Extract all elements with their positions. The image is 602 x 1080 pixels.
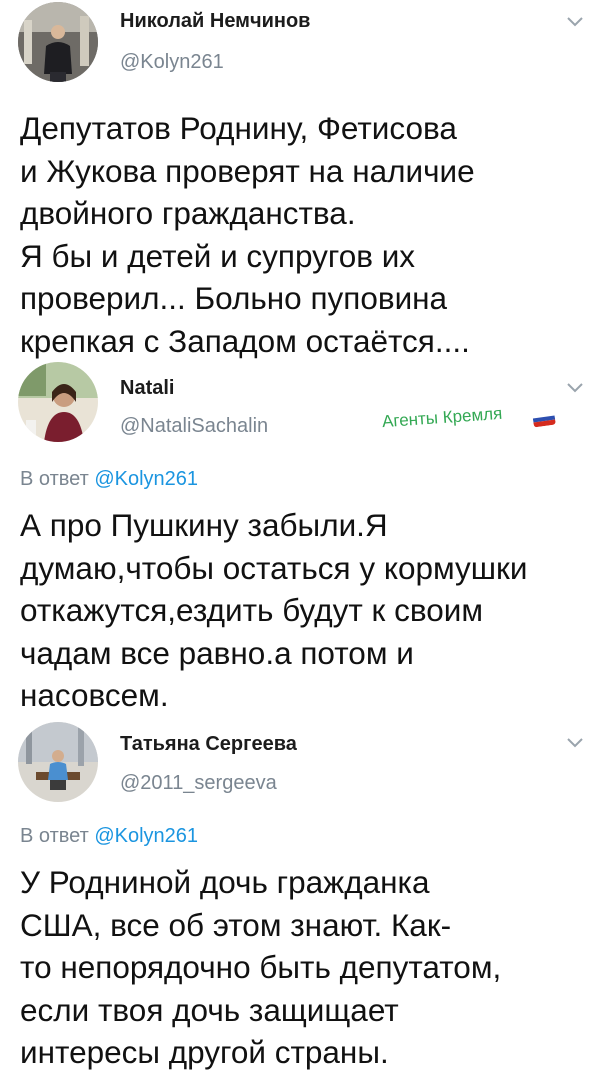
tweet-text: Депутатов Роднину, Фетисова и Жукова про… (20, 110, 475, 359)
author-handle[interactable]: @NataliSachalin (120, 415, 268, 438)
reply-prefix: В ответ (20, 468, 89, 490)
reply-context: В ответ @Kolyn261 (20, 468, 198, 491)
tweet-menu-button[interactable] (566, 382, 584, 394)
chevron-down-icon (567, 738, 583, 748)
avatar[interactable] (18, 722, 98, 802)
avatar[interactable] (18, 362, 98, 442)
author-name[interactable]: Татьяна Сергеева (120, 733, 297, 756)
author-name[interactable]: Николай Немчинов (120, 10, 310, 33)
tweet-menu-button[interactable] (566, 16, 584, 28)
chevron-down-icon (567, 383, 583, 393)
reply-mention-link[interactable]: @Kolyn261 (94, 825, 198, 847)
author-handle[interactable]: @2011_sergeeva (120, 772, 277, 795)
status-badge: Агенты Кремля (381, 403, 503, 432)
user-photo-icon (18, 2, 98, 82)
reply-prefix: В ответ (20, 825, 89, 847)
reply-context: В ответ @Kolyn261 (20, 825, 198, 848)
russian-flag-icon (532, 410, 556, 428)
user-photo-icon (18, 722, 98, 802)
user-photo-icon (18, 362, 98, 442)
author-handle[interactable]: @Kolyn261 (120, 51, 224, 74)
avatar[interactable] (18, 2, 98, 82)
reply-mention-link[interactable]: @Kolyn261 (94, 468, 198, 490)
chevron-down-icon (567, 17, 583, 27)
author-name[interactable]: Natali (120, 377, 174, 400)
tweet-text: А про Пушкину забыли.Я думаю,чтобы остат… (20, 507, 528, 713)
tweet-text: У Родниной дочь гражданка США, все об эт… (20, 864, 502, 1070)
tweet-menu-button[interactable] (566, 737, 584, 749)
